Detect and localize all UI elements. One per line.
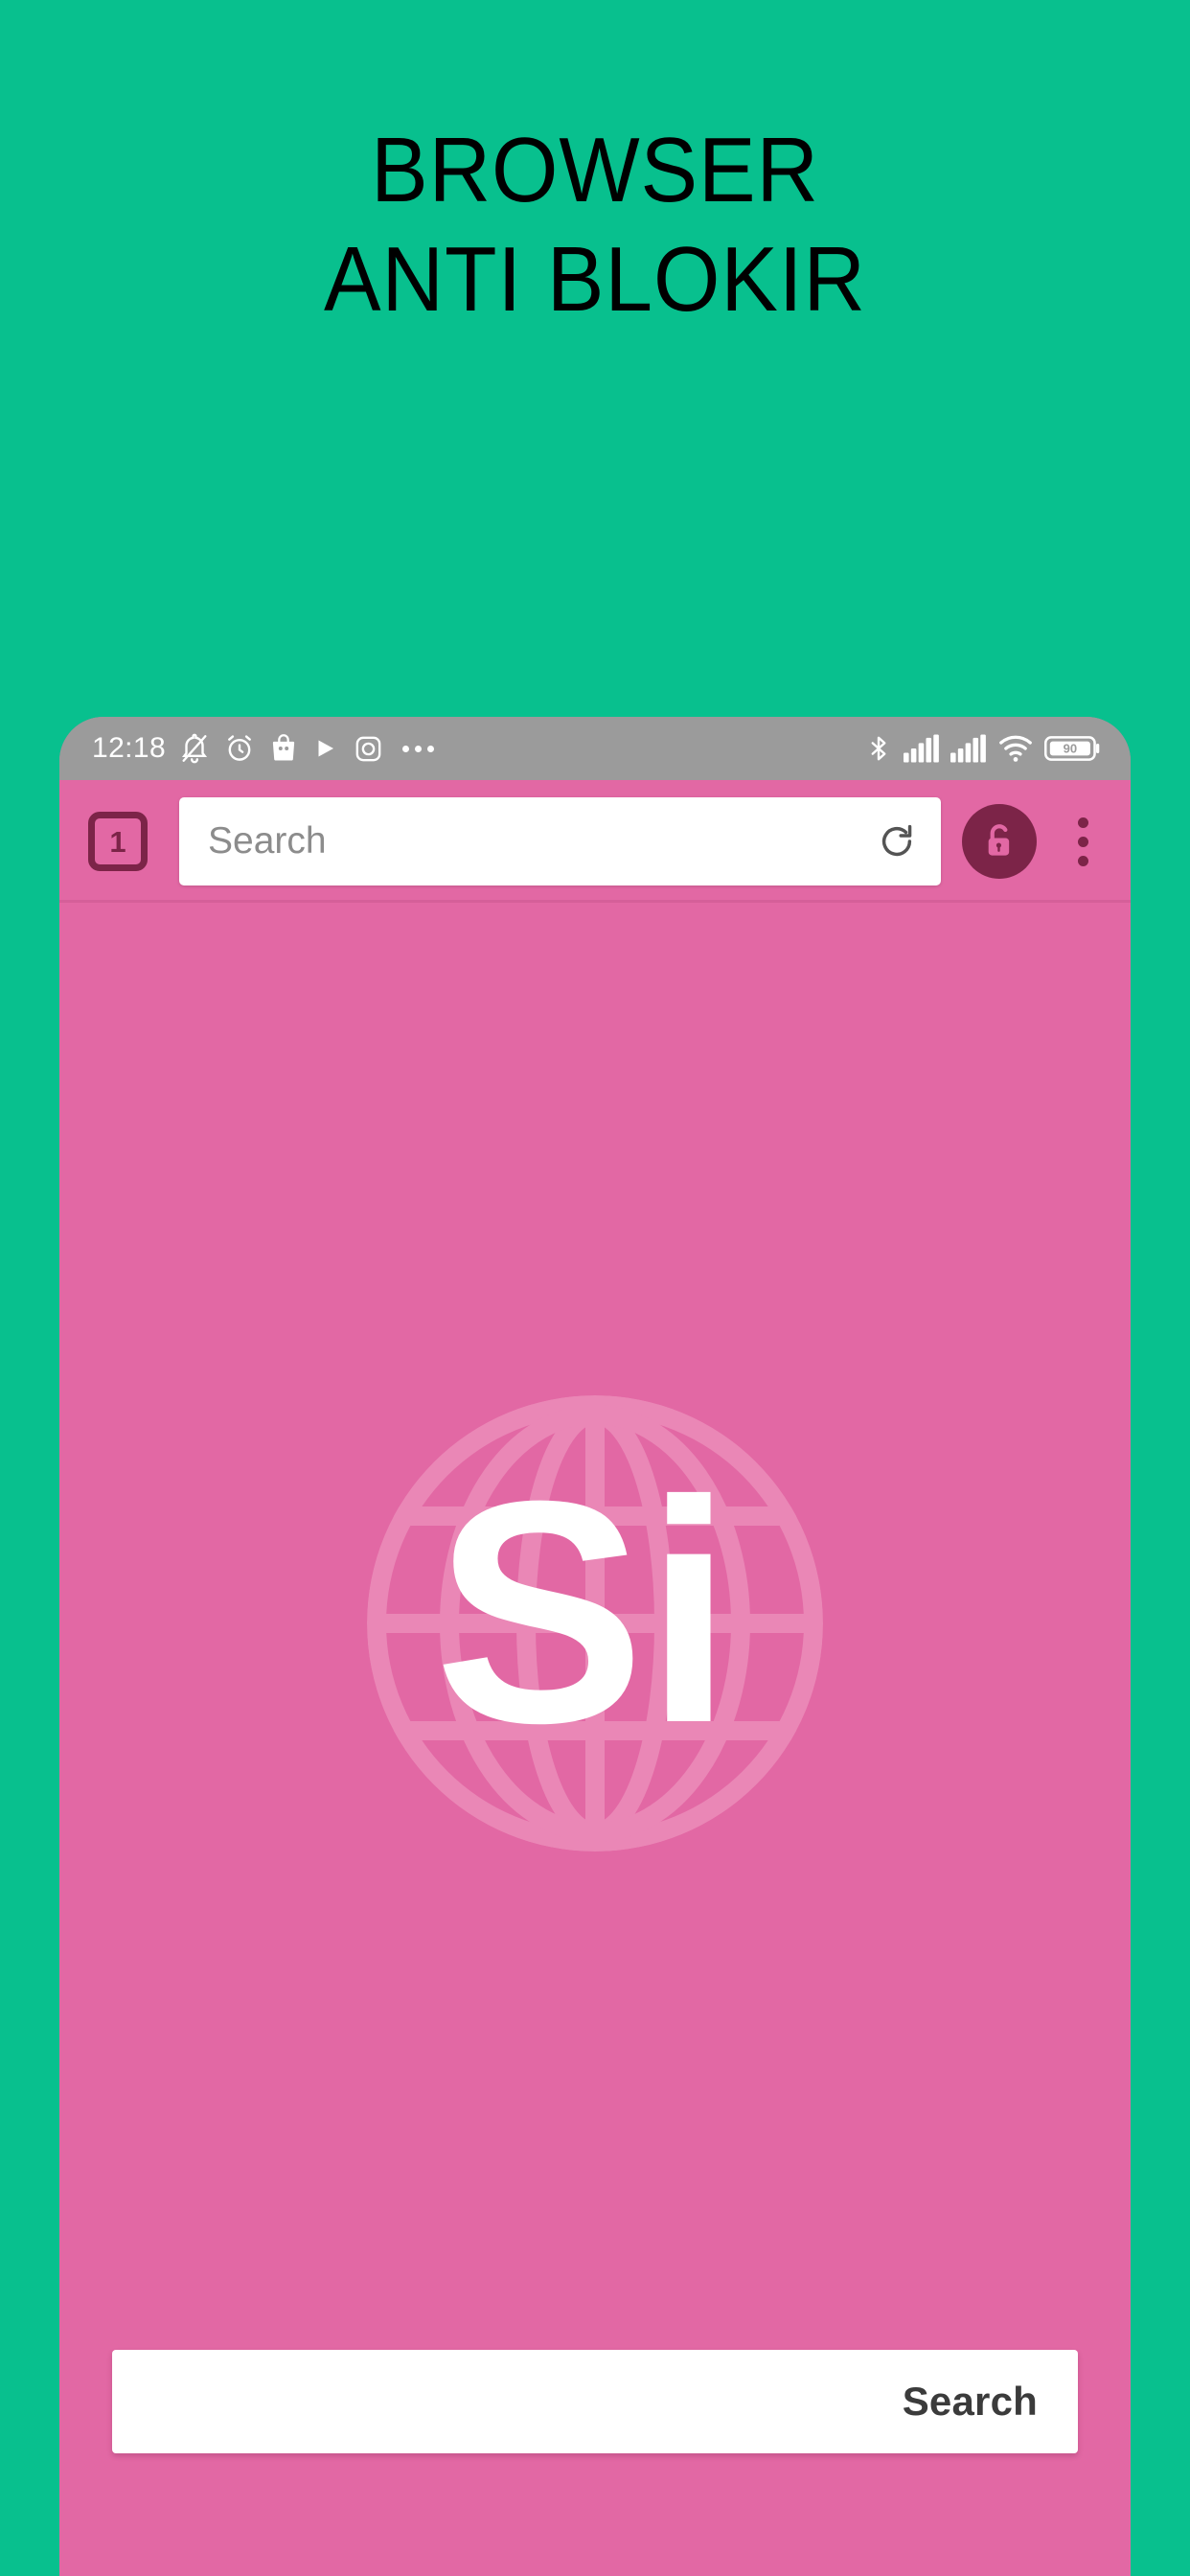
brand-logo-letters: Si: [434, 1435, 733, 1788]
overflow-menu-icon[interactable]: [1058, 798, 1108, 885]
address-bar-placeholder: Search: [208, 820, 327, 862]
status-bar-right: 90: [864, 732, 1102, 765]
shopping-bag-icon: [268, 733, 299, 764]
browser-toolbar: 1 Search: [59, 780, 1131, 903]
battery-icon: 90: [1044, 733, 1102, 764]
play-store-icon: [311, 734, 340, 763]
battery-level-text: 90: [1064, 741, 1078, 755]
more-status-icons: [402, 745, 435, 752]
status-bar-left: 12:18: [92, 732, 435, 765]
page-title-line-1: BROWSER: [371, 119, 819, 221]
phone-mockup: 12:18 90 1 Search Si Search: [59, 717, 1131, 2576]
page-title-line-2: ANTI BLOKIR: [324, 228, 866, 331]
notification-muted-icon: [178, 732, 211, 765]
wifi-icon: [997, 733, 1034, 764]
signal-sim1-icon: [904, 733, 940, 764]
signal-sim2-icon: [950, 733, 987, 764]
app-store-screenshot: BROWSER ANTI BLOKIR 12:18 90 1 Search Si…: [0, 0, 1190, 2576]
status-bar: 12:18 90: [59, 717, 1131, 780]
alarm-clock-icon: [223, 732, 256, 765]
brand-logo: Si: [355, 1384, 835, 1863]
page-search-row: Search: [59, 2350, 1131, 2453]
search-input[interactable]: Search: [112, 2350, 1078, 2453]
status-clock: 12:18: [92, 732, 167, 764]
search-button[interactable]: Search: [903, 2379, 1038, 2425]
page-title: BROWSER ANTI BLOKIR: [0, 125, 1190, 326]
tab-counter-label: 1: [109, 824, 126, 859]
unlock-icon[interactable]: [962, 804, 1037, 879]
address-bar[interactable]: Search: [179, 797, 941, 886]
browser-page-content: Si Search: [59, 903, 1131, 2576]
instagram-icon: [353, 733, 384, 765]
tab-counter-button[interactable]: 1: [88, 812, 148, 871]
bluetooth-icon: [864, 732, 893, 765]
reload-icon[interactable]: [874, 818, 920, 864]
